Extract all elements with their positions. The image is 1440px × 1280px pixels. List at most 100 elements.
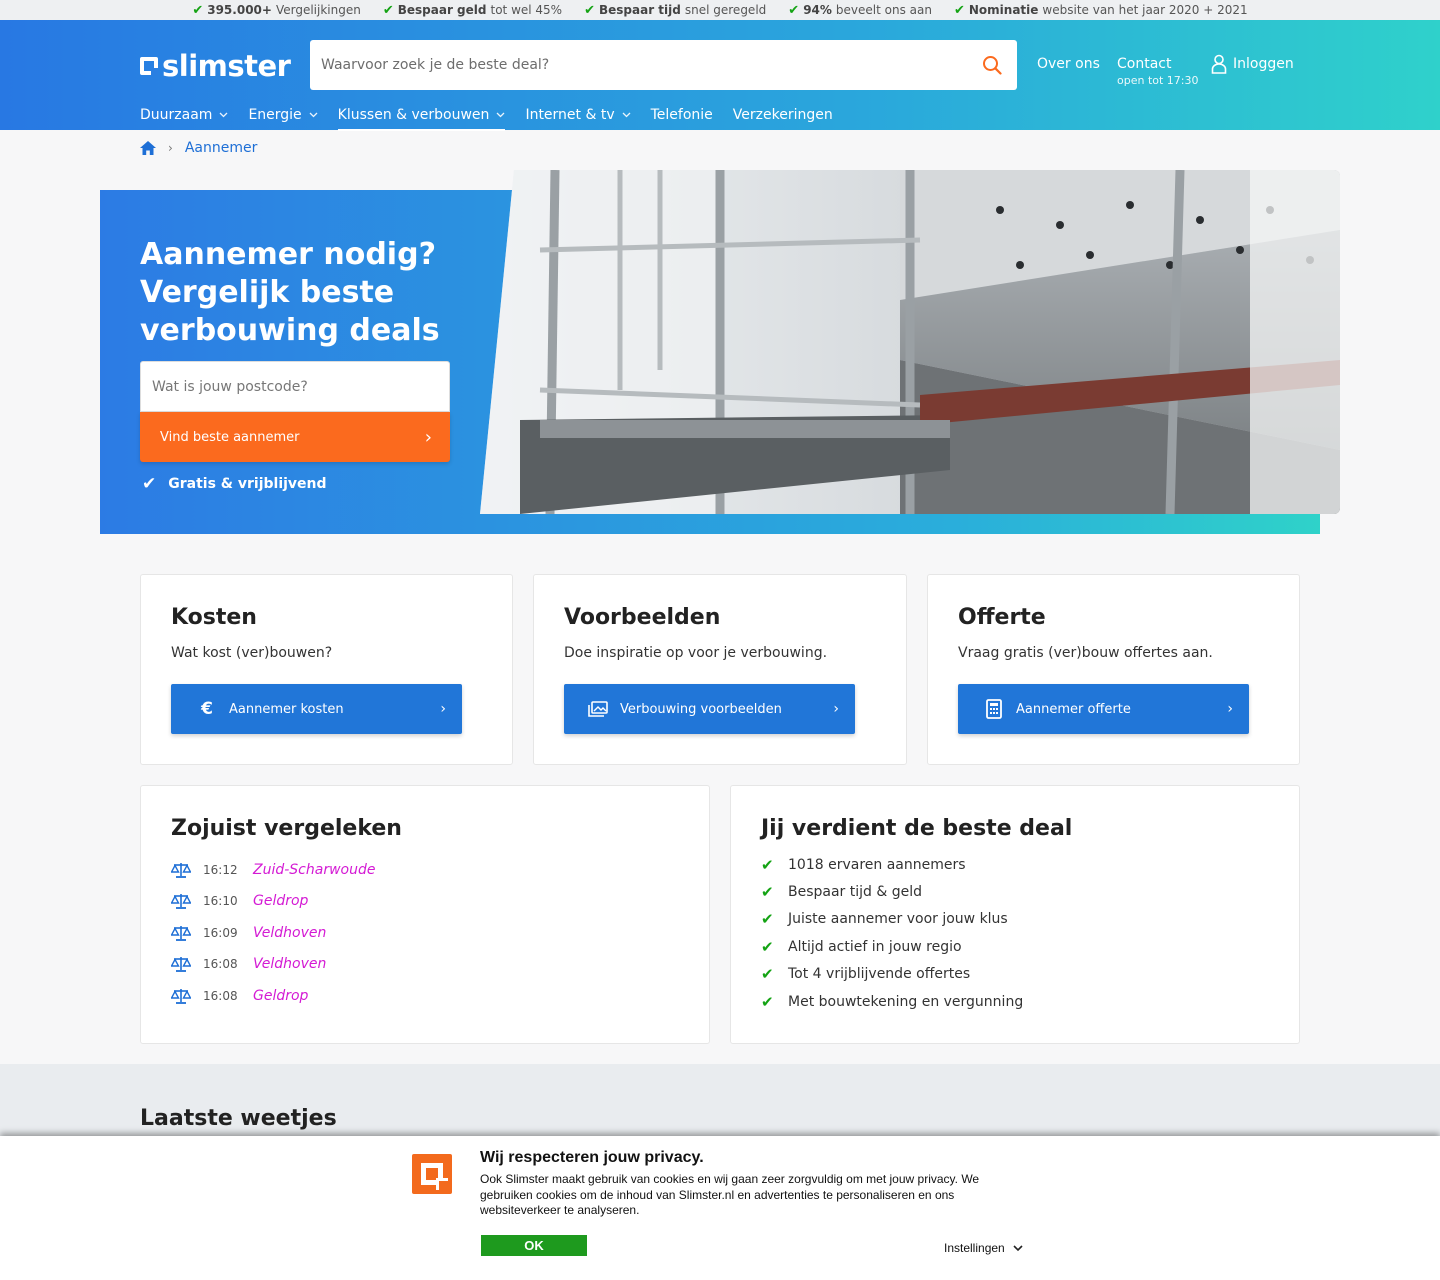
costs-card-subtitle: Wat kost (ver)bouwen? — [171, 645, 333, 661]
nav-item[interactable]: Telefonie — [651, 100, 713, 130]
chevron-right-icon: › — [1227, 701, 1233, 717]
check-icon: ✔ — [192, 2, 204, 18]
quote-card-title: Offerte — [958, 605, 1046, 630]
slimster-app-icon — [412, 1154, 452, 1194]
cookie-banner: Wij respecteren jouw privacy. Ook Slimst… — [0, 1136, 1440, 1280]
comparison-time: 16:08 — [203, 988, 238, 1003]
cookie-text: Ook Slimster maakt gebruik van cookies e… — [480, 1172, 980, 1217]
usp-bold: Nominatie — [968, 3, 1039, 17]
nav-item[interactable]: Internet & tv — [525, 100, 631, 130]
chevron-down-icon — [496, 112, 505, 118]
check-icon: ✔ — [142, 474, 157, 494]
logo-text: slimster — [162, 49, 291, 83]
nav-item-label: Telefonie — [650, 107, 713, 123]
best-deal-card: Jij verdient de beste deal ✔ 1018 ervaren… — [730, 785, 1300, 1044]
nav-item[interactable]: Klussen & verbouwen — [337, 100, 506, 131]
costs-card: Kosten Wat kost (ver)bouwen? € Aannemer … — [140, 574, 513, 765]
renovation-examples-button[interactable]: Verbouwing voorbeelden › — [564, 684, 855, 734]
contractor-quote-label: Aannemer offerte — [1016, 701, 1131, 717]
comparison-place: Veldhoven — [253, 924, 327, 941]
contact-link[interactable]: Contact open tot 17:30 — [1117, 56, 1199, 87]
comparison-place: Veldhoven — [253, 956, 327, 973]
breadcrumb: › Aannemer — [140, 140, 257, 156]
cookie-settings-toggle[interactable]: Instellingen — [944, 1241, 1023, 1255]
free-label: Gratis & vrijblijvend — [168, 476, 327, 492]
usp-bar: ✔ 395.000+ Vergelijkingen ✔ Bespaar geld tot … — [0, 0, 1440, 20]
postcode-input[interactable] — [141, 378, 449, 395]
check-icon: ✔ — [953, 2, 965, 18]
comparison-place: Geldrop — [253, 893, 309, 910]
comparison-place: Zuid-Scharwoude — [253, 861, 376, 878]
about-link[interactable]: Over ons — [1037, 56, 1100, 72]
deal-item-label: Bespaar tijd & geld — [788, 884, 923, 901]
chevron-down-icon — [622, 112, 631, 118]
deal-item-label: Juiste aannemer voor jouw klus — [788, 911, 1008, 928]
list-item: ✔ Tot 4 vrijblijvende offertes — [761, 961, 1023, 988]
home-icon[interactable] — [140, 141, 156, 155]
deal-item-label: 1018 ervaren aannemers — [788, 856, 966, 873]
deal-item-label: Altijd actief in jouw regio — [788, 938, 962, 955]
usp-item: ✔ Nominatie website van het jaar 2020 + 20… — [954, 3, 1248, 18]
slimster-logo[interactable]: slimster — [140, 49, 291, 83]
comparison-time: 16:10 — [203, 894, 238, 909]
usp-item: ✔ 395.000+ Vergelijkingen — [192, 3, 361, 18]
examples-card: Voorbeelden Doe inspiratie op voor je ve… — [533, 574, 907, 765]
usp-item: ✔ Bespaar geld tot wel 45% — [383, 3, 562, 18]
nav-item-label: Verzekeringen — [732, 107, 833, 123]
search-box — [310, 40, 1017, 90]
list-item: 16:12 Zuid-Scharwoude — [171, 854, 375, 886]
cookie-ok-button[interactable]: OK — [481, 1235, 587, 1256]
images-icon — [588, 701, 608, 717]
costs-card-title: Kosten — [171, 605, 257, 630]
chevron-down-icon — [309, 112, 318, 118]
usp-text: website van het jaar 2020 + 2021 — [1042, 3, 1248, 17]
nav-item-label: Duurzaam — [140, 107, 213, 123]
examples-card-subtitle: Doe inspiratie op voor je verbouwing. — [564, 645, 828, 661]
search-input[interactable] — [310, 40, 967, 90]
euro-icon: € — [201, 699, 213, 719]
usp-bold: 94% — [803, 3, 832, 17]
list-item: ✔ Bespaar tijd & geld — [761, 878, 1023, 905]
deal-item-label: Met bouwtekening en vergunning — [788, 993, 1024, 1010]
usp-bold: 395.000+ — [207, 3, 272, 17]
find-contractor-button[interactable]: Vind beste aannemer › — [140, 412, 450, 462]
latest-facts-title: Laatste weetjes — [140, 1106, 337, 1131]
check-icon: ✔ — [761, 883, 774, 902]
check-icon: ✔ — [788, 2, 800, 18]
chevron-right-icon: › — [833, 701, 839, 717]
scale-icon — [171, 862, 191, 878]
usp-bold: Bespaar tijd — [599, 3, 681, 17]
contractor-quote-button[interactable]: Aannemer offerte › — [958, 684, 1249, 734]
logo-icon — [140, 57, 158, 75]
contractor-costs-label: Aannemer kosten — [229, 701, 344, 717]
search-button[interactable] — [967, 40, 1017, 90]
login-link[interactable]: Inloggen — [1211, 54, 1294, 74]
site-header: slimster Over ons Contact open tot 17:30… — [0, 20, 1440, 131]
nav-item[interactable]: Verzekeringen — [733, 100, 833, 130]
nav-item-label: Energie — [248, 107, 302, 123]
chevron-right-icon: › — [168, 141, 173, 155]
chevron-right-icon: › — [440, 701, 446, 717]
usp-item: ✔ Bespaar tijd snel geregeld — [584, 3, 766, 18]
usp-bold: Bespaar geld — [397, 3, 487, 17]
nav-item[interactable]: Duurzaam — [140, 100, 228, 130]
contact-label: Contact — [1117, 56, 1172, 72]
nav-item[interactable]: Energie — [248, 100, 318, 130]
list-item: 16:10 Geldrop — [171, 886, 375, 918]
check-icon: ✔ — [761, 855, 774, 874]
breadcrumb-current[interactable]: Aannemer — [185, 140, 258, 156]
hero-title: Aannemer nodig? Vergelijk beste verbouwi… — [140, 237, 440, 348]
contractor-costs-button[interactable]: € Aannemer kosten › — [171, 684, 462, 734]
usp-text: tot wel 45% — [490, 3, 563, 17]
calculator-icon — [984, 699, 1004, 719]
user-icon — [1211, 54, 1227, 74]
login-label: Inloggen — [1233, 56, 1294, 72]
comparison-time: 16:09 — [203, 925, 238, 940]
quote-card-subtitle: Vraag gratis (ver)bouw offertes aan. — [958, 645, 1213, 661]
recent-comparisons-list: 16:12 Zuid-Scharwoude 16:10 Geldrop 16:09 Vel… — [171, 854, 375, 1012]
scale-icon — [171, 894, 191, 910]
search-icon — [983, 56, 1002, 75]
cookie-settings-label: Instellingen — [944, 1241, 1005, 1255]
comparison-place: Geldrop — [253, 987, 309, 1004]
chevron-down-icon — [1013, 1244, 1023, 1251]
